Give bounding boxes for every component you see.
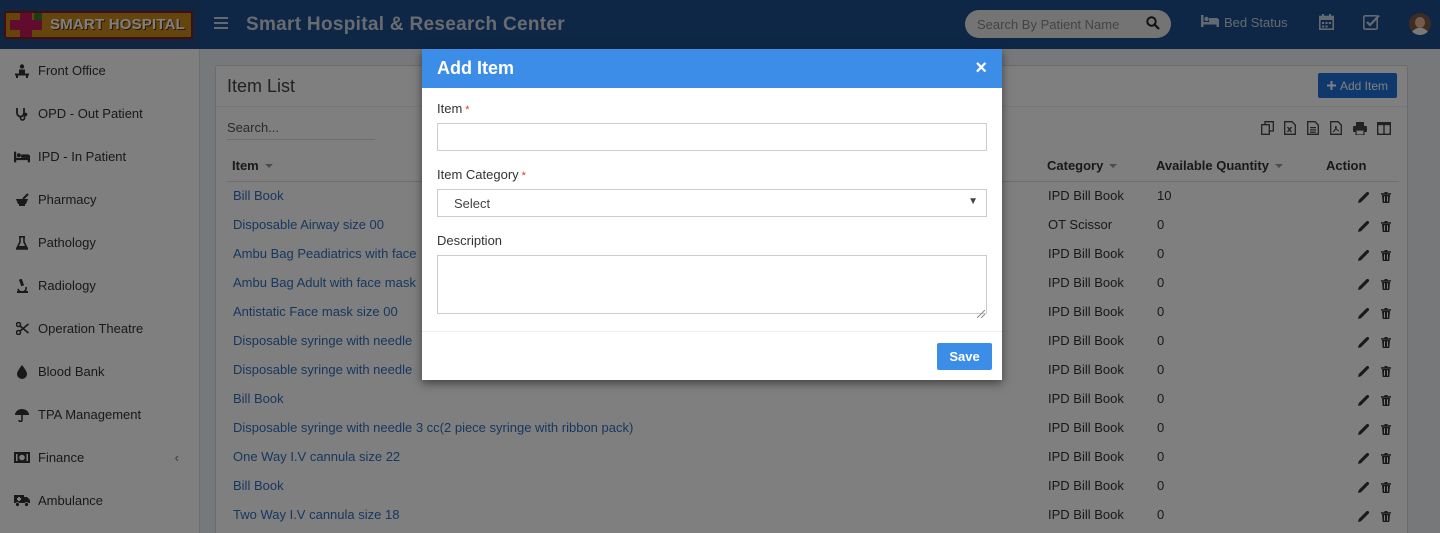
caret-down-icon: ▼ [968, 196, 978, 207]
resize-handle-icon[interactable] [976, 306, 986, 319]
required-mark: * [465, 104, 470, 116]
add-item-modal: Add Item × Item * Item Category * Select ▼… [422, 49, 1002, 380]
close-icon[interactable]: × [975, 58, 987, 78]
item-category-label: Item Category * [437, 167, 526, 182]
modal-header: Add Item × [422, 49, 1002, 88]
required-mark: * [521, 170, 526, 182]
description-textarea[interactable] [437, 255, 987, 314]
modal-title: Add Item [437, 58, 515, 78]
modal-body: Item * Item Category * Select ▼ Descriptio… [422, 101, 1002, 319]
item-input[interactable] [437, 123, 987, 151]
item-category-selected: Select [454, 195, 491, 211]
modal-footer: Save [422, 331, 1002, 380]
save-button[interactable]: Save [937, 343, 992, 370]
item-label: Item * [437, 101, 470, 116]
description-label: Description [437, 233, 503, 248]
item-category-select[interactable]: Select ▼ [437, 189, 987, 217]
